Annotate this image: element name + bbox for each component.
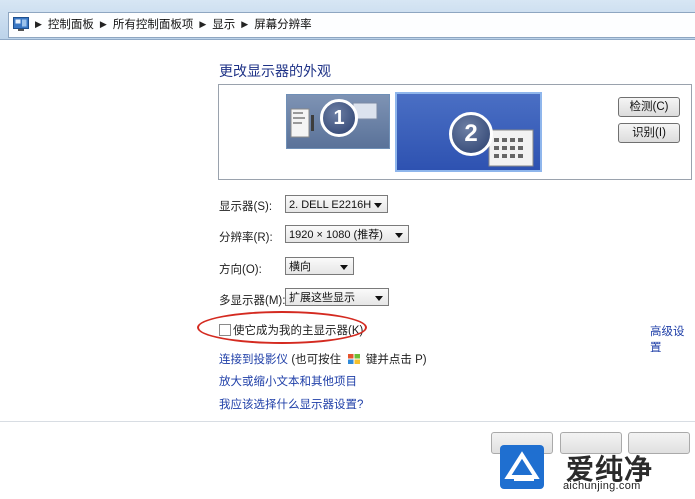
projector-hint-post: 键并点击 P) <box>365 354 427 366</box>
address-bar: ▶ 控制面板 ▶ 所有控制面板项 ▶ 显示 ▶ 屏幕分辨率 <box>0 0 695 40</box>
display-label: 显示器(S): <box>219 201 273 213</box>
orientation-select-value: 横向 <box>289 261 311 273</box>
chevron-right-icon[interactable]: ▶ <box>241 19 248 30</box>
breadcrumb[interactable]: ▶ 控制面板 ▶ 所有控制面板项 ▶ 显示 ▶ 屏幕分辨率 <box>8 12 695 38</box>
orientation-select[interactable]: 横向 <box>285 257 354 275</box>
which-settings-link[interactable]: 我应该选择什么显示器设置? <box>219 396 363 412</box>
monitor-2[interactable]: 2 <box>395 92 542 172</box>
projector-hint-pre: (也可按住 <box>291 354 342 366</box>
detect-button[interactable]: 检测(C) <box>618 97 680 117</box>
projector-row: 连接到投影仪 (也可按住 键并点击 P) <box>219 351 427 367</box>
chevron-right-icon[interactable]: ▶ <box>199 19 206 30</box>
watermark-logo-icon <box>500 445 544 489</box>
chevron-down-icon <box>340 265 348 270</box>
chevron-down-icon <box>375 296 383 301</box>
footer-divider <box>0 421 695 422</box>
connect-projector-link[interactable]: 连接到投影仪 <box>219 354 288 366</box>
chevron-right-icon[interactable]: ▶ <box>100 19 107 30</box>
chevron-down-icon <box>374 203 382 208</box>
control-panel-icon <box>13 17 29 31</box>
display-select[interactable]: 2. DELL E2216H <box>285 195 388 213</box>
page-title: 更改显示器的外观 <box>219 63 331 79</box>
windows-logo-icon <box>347 354 360 364</box>
orientation-label: 方向(O): <box>219 264 262 276</box>
chevron-down-icon <box>395 233 403 238</box>
display-select-value: 2. DELL E2216H <box>289 199 372 211</box>
text-size-link[interactable]: 放大或缩小文本和其他项目 <box>219 373 357 389</box>
identify-button[interactable]: 识别(I) <box>618 123 680 143</box>
multiple-displays-label: 多显示器(M): <box>219 295 286 307</box>
monitor-1[interactable]: 1 <box>286 94 390 149</box>
resolution-label: 分辨率(R): <box>219 232 273 244</box>
monitor-preview: 1 2 检测(C) 识别(I) <box>218 84 692 180</box>
chevron-right-icon[interactable]: ▶ <box>35 19 42 30</box>
breadcrumb-all-items[interactable]: 所有控制面板项 <box>113 16 194 32</box>
watermark-url: aichunjing.com <box>563 480 641 492</box>
highlight-annotation <box>197 311 367 344</box>
resolution-select-value: 1920 × 1080 (推荐) <box>289 229 383 241</box>
breadcrumb-control-panel[interactable]: 控制面板 <box>48 16 94 32</box>
breadcrumb-display[interactable]: 显示 <box>212 16 235 32</box>
multiple-displays-select-value: 扩展这些显示 <box>289 292 355 304</box>
monitor-2-number: 2 <box>449 112 493 156</box>
breadcrumb-screen-resolution[interactable]: 屏幕分辨率 <box>254 16 312 32</box>
resolution-select[interactable]: 1920 × 1080 (推荐) <box>285 225 409 243</box>
monitor-1-number: 1 <box>320 99 358 137</box>
advanced-settings-link[interactable]: 高级设置 <box>650 323 695 355</box>
multiple-displays-select[interactable]: 扩展这些显示 <box>285 288 389 306</box>
